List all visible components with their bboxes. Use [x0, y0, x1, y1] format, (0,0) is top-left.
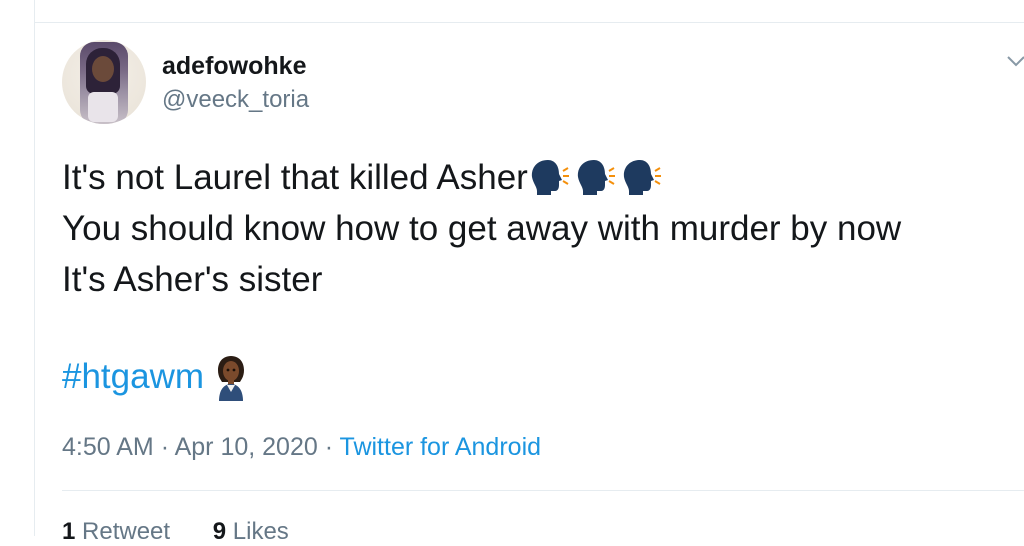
speaking-head-icon: [623, 160, 661, 195]
tweet-line: You should know how to get away with mur…: [62, 209, 902, 248]
display-name[interactable]: adefowohke: [162, 52, 306, 81]
hashtag-link[interactable]: #htgawm: [62, 357, 204, 396]
tweet-text: It's not Laurel that killed Asher You sh…: [62, 152, 1002, 305]
tweet-line: It's not Laurel that killed Asher: [62, 152, 1002, 203]
meta-separator: ·: [324, 433, 334, 461]
avatar[interactable]: [62, 40, 146, 124]
speaking-head-icon: [531, 160, 569, 195]
user-handle[interactable]: @veeck_toria: [162, 86, 309, 114]
tweet-line: It's Asher's sister: [62, 260, 323, 299]
top-divider: [35, 22, 1024, 23]
timeline-left-border: [34, 0, 35, 536]
speaking-head-icon: [577, 160, 615, 195]
tweet-stats: 1 Retweet 9 Likes: [62, 518, 325, 546]
tweet-date[interactable]: Apr 10, 2020: [175, 433, 318, 461]
tweet-time[interactable]: 4:50 AM: [62, 433, 154, 461]
meta-separator: ·: [160, 433, 170, 461]
chevron-down-icon[interactable]: [1006, 54, 1024, 68]
tweet-meta: 4:50 AM · Apr 10, 2020 · Twitter for And…: [62, 433, 541, 462]
tweet-source-link[interactable]: Twitter for Android: [340, 433, 541, 461]
stats-divider: [62, 490, 1024, 491]
hashtag-row: #htgawm: [62, 354, 248, 406]
retweets-stat[interactable]: 1 Retweet: [62, 518, 170, 546]
woman-office-worker-icon: [218, 356, 245, 401]
likes-stat[interactable]: 9 Likes: [213, 518, 289, 546]
